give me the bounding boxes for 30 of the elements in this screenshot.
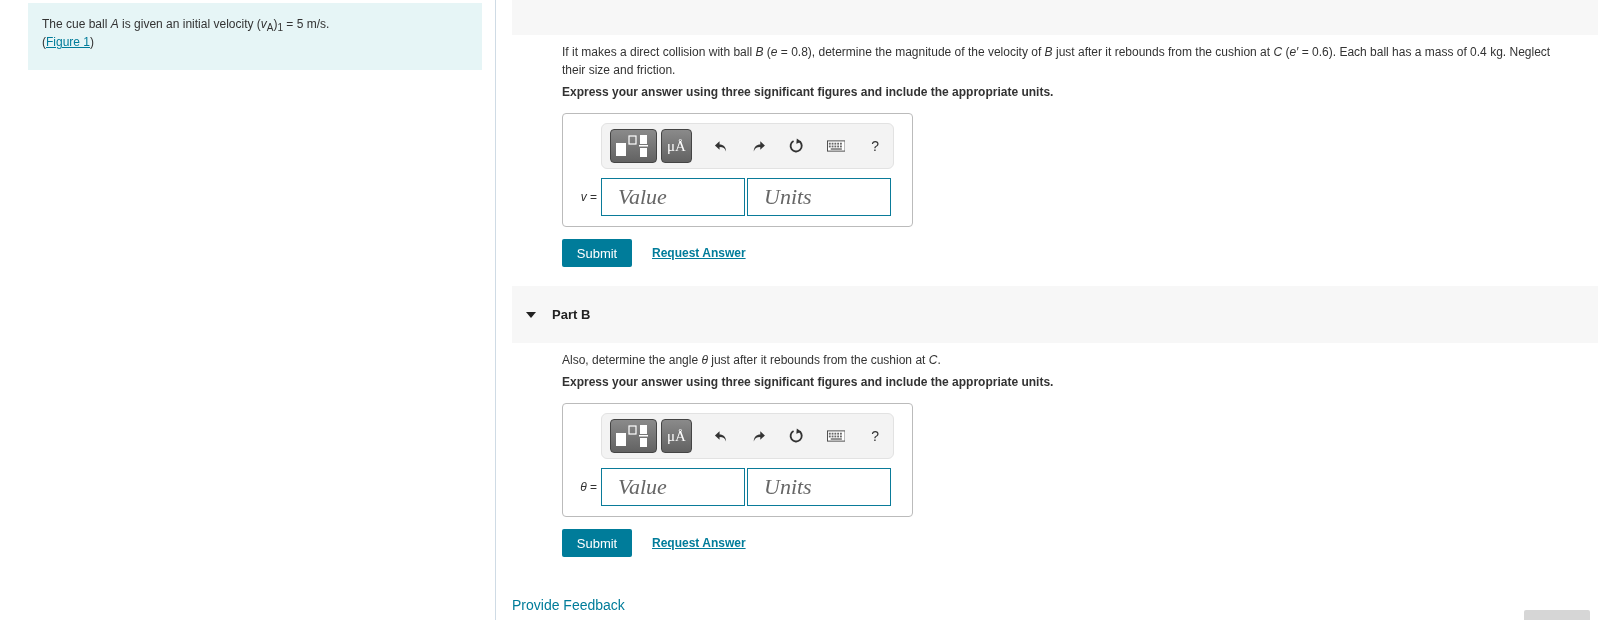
- value-input[interactable]: Value: [601, 468, 745, 506]
- submit-button[interactable]: Submit: [562, 529, 632, 557]
- templates-button[interactable]: [610, 129, 657, 163]
- keyboard-icon[interactable]: [826, 140, 846, 152]
- question-text: If it makes a direct collision with ball B (e = 0.8), determine the magnitude of the velocity of B just after it rebounds from the cushion at C (e′ = 0.6). Each ball has a mass of 0.4 kg. Neglect their size and friction.: [562, 44, 1552, 79]
- instruction-text: Express your answer using three significant figures and include the appropriate units.: [562, 85, 1055, 99]
- provide-feedback-link[interactable]: Provide Feedback: [512, 597, 1598, 613]
- problem-statement: The cue ball A is given an initial velocity (v$_{A}$)$_{1}$ = 5 m/s.: [42, 17, 331, 36]
- variable-label: θ =: [579, 480, 598, 494]
- instruction-text: Express your answer using three significant figures and include the appropriate units.: [562, 375, 1055, 389]
- request-answer-link[interactable]: Request Answer: [652, 536, 746, 550]
- keyboard-icon[interactable]: [826, 430, 846, 442]
- units-input[interactable]: Units: [747, 468, 891, 506]
- submit-button[interactable]: Submit: [562, 239, 632, 267]
- request-answer-link[interactable]: Request Answer: [652, 246, 746, 260]
- units-input[interactable]: Units: [747, 178, 891, 216]
- part-header[interactable]: Part B: [512, 286, 1598, 343]
- units-button[interactable]: μÅ: [660, 129, 693, 163]
- help-button[interactable]: ?: [865, 428, 885, 444]
- figure-link[interactable]: Figure 1: [46, 35, 91, 50]
- parenthesis-text: (: [42, 35, 46, 50]
- parenthesis-text: ): [90, 35, 95, 50]
- variable-label: v =: [579, 190, 598, 204]
- reset-icon[interactable]: [787, 427, 805, 445]
- templates-button[interactable]: [610, 419, 657, 453]
- units-button[interactable]: μÅ: [660, 419, 693, 453]
- value-input[interactable]: Value: [601, 178, 745, 216]
- reset-icon[interactable]: [787, 137, 805, 155]
- question-text: Also, determine the angle θ just after it rebounds from the cushion at C.: [562, 352, 942, 369]
- help-button[interactable]: ?: [865, 138, 885, 154]
